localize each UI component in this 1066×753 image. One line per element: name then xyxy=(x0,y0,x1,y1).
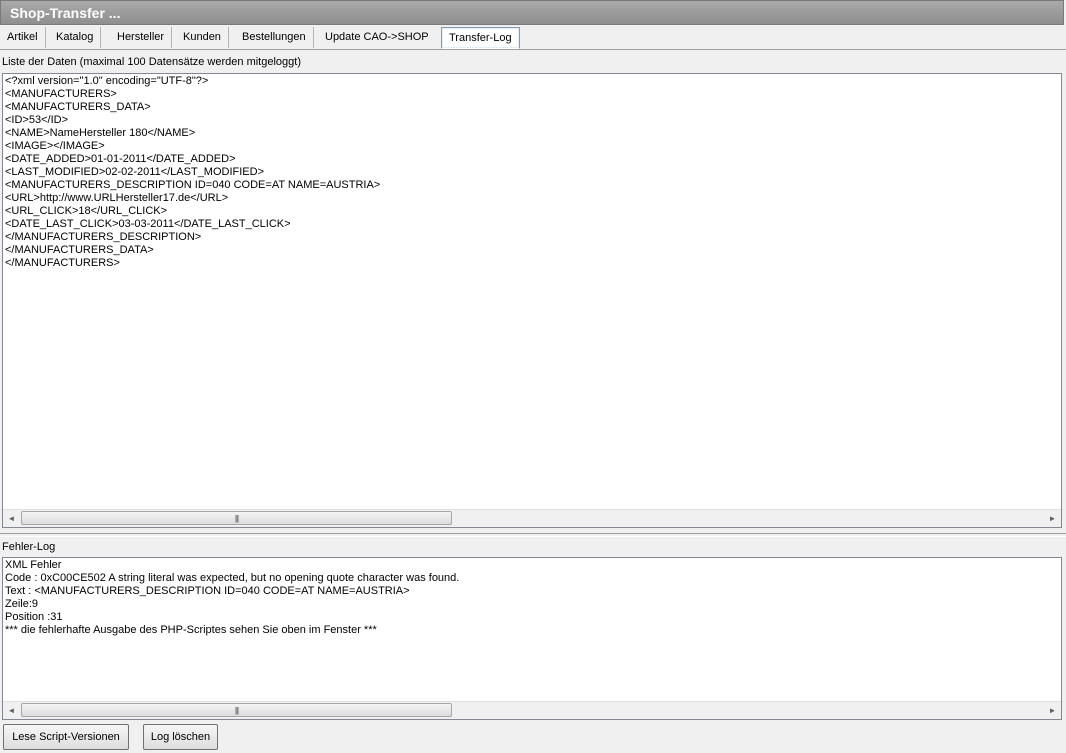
tab-update-cao-shop[interactable]: Update CAO->SHOP xyxy=(318,27,436,48)
data-list-label: Liste der Daten (maximal 100 Datensätze … xyxy=(2,56,301,68)
window-title: Shop-Transfer ... xyxy=(10,5,121,21)
scroll-left-arrow-icon[interactable]: ◄ xyxy=(3,702,20,719)
tab-transfer-log[interactable]: Transfer-Log xyxy=(441,27,520,49)
tab-bar: Artikel Katalog Hersteller Kunden Bestel… xyxy=(0,27,1066,50)
window-title-bar: Shop-Transfer ... xyxy=(0,0,1064,25)
tab-hersteller[interactable]: Hersteller xyxy=(110,27,173,48)
pane-splitter[interactable] xyxy=(0,533,1066,537)
error-log-content: XML Fehler Code : 0xC00CE502 A string li… xyxy=(5,559,460,636)
scroll-left-arrow-icon[interactable]: ◄ xyxy=(3,510,20,527)
tab-bestellungen[interactable]: Bestellungen xyxy=(235,27,314,48)
error-log-textarea[interactable]: XML Fehler Code : 0xC00CE502 A string li… xyxy=(2,557,1062,720)
grip-icon: ||| xyxy=(234,706,239,715)
tab-kunden[interactable]: Kunden xyxy=(176,27,229,48)
scroll-right-arrow-icon[interactable]: ► xyxy=(1044,510,1061,527)
data-list-horizontal-scrollbar[interactable]: ◄ ||| ► xyxy=(3,509,1061,527)
tab-katalog[interactable]: Katalog xyxy=(49,27,102,48)
tab-artikel[interactable]: Artikel xyxy=(0,27,46,48)
scrollbar-thumb[interactable]: ||| xyxy=(21,511,452,525)
data-list-textarea[interactable]: <?xml version="1.0" encoding="UTF-8"?> <… xyxy=(2,73,1062,528)
scroll-right-arrow-icon[interactable]: ► xyxy=(1044,702,1061,719)
error-log-horizontal-scrollbar[interactable]: ◄ ||| ► xyxy=(3,701,1061,719)
grip-icon: ||| xyxy=(234,514,239,523)
read-script-versions-button[interactable]: Lese Script-Versionen xyxy=(3,724,129,750)
scrollbar-thumb[interactable]: ||| xyxy=(21,703,452,717)
error-log-label: Fehler-Log xyxy=(2,541,56,553)
data-list-content: <?xml version="1.0" encoding="UTF-8"?> <… xyxy=(5,75,381,269)
clear-log-button[interactable]: Log löschen xyxy=(143,724,218,750)
